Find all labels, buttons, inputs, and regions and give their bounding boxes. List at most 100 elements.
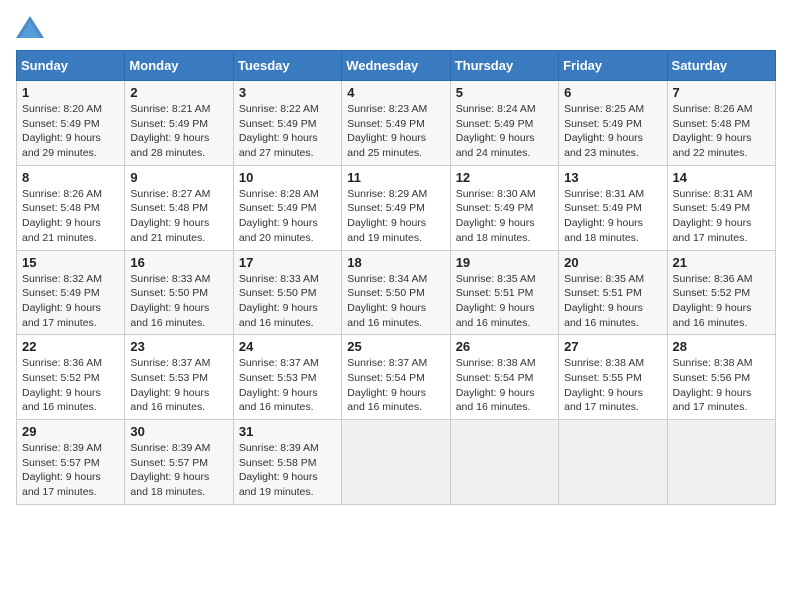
day-of-week-header: Monday <box>125 51 233 81</box>
day-number: 20 <box>564 255 661 270</box>
day-number: 4 <box>347 85 444 100</box>
calendar-cell: 30 Sunrise: 8:39 AMSunset: 5:57 PMDaylig… <box>125 420 233 505</box>
calendar-cell: 31 Sunrise: 8:39 AMSunset: 5:58 PMDaylig… <box>233 420 341 505</box>
day-info: Sunrise: 8:38 AMSunset: 5:54 PMDaylight:… <box>456 356 553 415</box>
day-number: 29 <box>22 424 119 439</box>
calendar-cell <box>667 420 775 505</box>
day-info: Sunrise: 8:30 AMSunset: 5:49 PMDaylight:… <box>456 187 553 246</box>
calendar-cell <box>450 420 558 505</box>
day-info: Sunrise: 8:32 AMSunset: 5:49 PMDaylight:… <box>22 272 119 331</box>
calendar-week-row: 15 Sunrise: 8:32 AMSunset: 5:49 PMDaylig… <box>17 250 776 335</box>
calendar-cell: 15 Sunrise: 8:32 AMSunset: 5:49 PMDaylig… <box>17 250 125 335</box>
day-info: Sunrise: 8:21 AMSunset: 5:49 PMDaylight:… <box>130 102 227 161</box>
day-number: 26 <box>456 339 553 354</box>
calendar-cell: 22 Sunrise: 8:36 AMSunset: 5:52 PMDaylig… <box>17 335 125 420</box>
day-info: Sunrise: 8:37 AMSunset: 5:53 PMDaylight:… <box>239 356 336 415</box>
day-number: 31 <box>239 424 336 439</box>
day-of-week-header: Thursday <box>450 51 558 81</box>
calendar-week-row: 29 Sunrise: 8:39 AMSunset: 5:57 PMDaylig… <box>17 420 776 505</box>
day-number: 3 <box>239 85 336 100</box>
day-info: Sunrise: 8:26 AMSunset: 5:48 PMDaylight:… <box>22 187 119 246</box>
day-info: Sunrise: 8:33 AMSunset: 5:50 PMDaylight:… <box>239 272 336 331</box>
day-info: Sunrise: 8:37 AMSunset: 5:54 PMDaylight:… <box>347 356 444 415</box>
calendar-cell: 6 Sunrise: 8:25 AMSunset: 5:49 PMDayligh… <box>559 81 667 166</box>
calendar-cell: 17 Sunrise: 8:33 AMSunset: 5:50 PMDaylig… <box>233 250 341 335</box>
day-info: Sunrise: 8:38 AMSunset: 5:56 PMDaylight:… <box>673 356 770 415</box>
day-number: 15 <box>22 255 119 270</box>
day-info: Sunrise: 8:25 AMSunset: 5:49 PMDaylight:… <box>564 102 661 161</box>
calendar-cell: 27 Sunrise: 8:38 AMSunset: 5:55 PMDaylig… <box>559 335 667 420</box>
calendar-cell <box>559 420 667 505</box>
day-info: Sunrise: 8:33 AMSunset: 5:50 PMDaylight:… <box>130 272 227 331</box>
day-info: Sunrise: 8:38 AMSunset: 5:55 PMDaylight:… <box>564 356 661 415</box>
logo-icon <box>16 16 44 38</box>
day-number: 25 <box>347 339 444 354</box>
day-info: Sunrise: 8:26 AMSunset: 5:48 PMDaylight:… <box>673 102 770 161</box>
calendar-cell: 4 Sunrise: 8:23 AMSunset: 5:49 PMDayligh… <box>342 81 450 166</box>
day-number: 18 <box>347 255 444 270</box>
calendar-week-row: 8 Sunrise: 8:26 AMSunset: 5:48 PMDayligh… <box>17 165 776 250</box>
day-number: 28 <box>673 339 770 354</box>
logo <box>16 16 48 38</box>
day-number: 9 <box>130 170 227 185</box>
day-number: 6 <box>564 85 661 100</box>
calendar-week-row: 22 Sunrise: 8:36 AMSunset: 5:52 PMDaylig… <box>17 335 776 420</box>
day-number: 11 <box>347 170 444 185</box>
calendar-cell: 28 Sunrise: 8:38 AMSunset: 5:56 PMDaylig… <box>667 335 775 420</box>
calendar-cell: 2 Sunrise: 8:21 AMSunset: 5:49 PMDayligh… <box>125 81 233 166</box>
calendar-cell: 18 Sunrise: 8:34 AMSunset: 5:50 PMDaylig… <box>342 250 450 335</box>
day-info: Sunrise: 8:20 AMSunset: 5:49 PMDaylight:… <box>22 102 119 161</box>
day-number: 21 <box>673 255 770 270</box>
day-number: 22 <box>22 339 119 354</box>
day-number: 23 <box>130 339 227 354</box>
day-of-week-header: Wednesday <box>342 51 450 81</box>
day-info: Sunrise: 8:36 AMSunset: 5:52 PMDaylight:… <box>673 272 770 331</box>
day-of-week-header: Sunday <box>17 51 125 81</box>
calendar-cell: 10 Sunrise: 8:28 AMSunset: 5:49 PMDaylig… <box>233 165 341 250</box>
calendar-cell: 13 Sunrise: 8:31 AMSunset: 5:49 PMDaylig… <box>559 165 667 250</box>
day-info: Sunrise: 8:37 AMSunset: 5:53 PMDaylight:… <box>130 356 227 415</box>
day-of-week-header: Tuesday <box>233 51 341 81</box>
day-info: Sunrise: 8:39 AMSunset: 5:57 PMDaylight:… <box>22 441 119 500</box>
calendar-cell: 16 Sunrise: 8:33 AMSunset: 5:50 PMDaylig… <box>125 250 233 335</box>
calendar-cell: 23 Sunrise: 8:37 AMSunset: 5:53 PMDaylig… <box>125 335 233 420</box>
day-info: Sunrise: 8:34 AMSunset: 5:50 PMDaylight:… <box>347 272 444 331</box>
day-info: Sunrise: 8:29 AMSunset: 5:49 PMDaylight:… <box>347 187 444 246</box>
calendar-body: 1 Sunrise: 8:20 AMSunset: 5:49 PMDayligh… <box>17 81 776 505</box>
day-info: Sunrise: 8:39 AMSunset: 5:58 PMDaylight:… <box>239 441 336 500</box>
day-info: Sunrise: 8:23 AMSunset: 5:49 PMDaylight:… <box>347 102 444 161</box>
day-number: 13 <box>564 170 661 185</box>
day-number: 10 <box>239 170 336 185</box>
calendar-cell: 26 Sunrise: 8:38 AMSunset: 5:54 PMDaylig… <box>450 335 558 420</box>
day-number: 7 <box>673 85 770 100</box>
calendar-cell: 9 Sunrise: 8:27 AMSunset: 5:48 PMDayligh… <box>125 165 233 250</box>
page-header <box>16 16 776 38</box>
day-number: 5 <box>456 85 553 100</box>
day-number: 16 <box>130 255 227 270</box>
calendar-header-row: SundayMondayTuesdayWednesdayThursdayFrid… <box>17 51 776 81</box>
calendar-week-row: 1 Sunrise: 8:20 AMSunset: 5:49 PMDayligh… <box>17 81 776 166</box>
day-number: 30 <box>130 424 227 439</box>
day-info: Sunrise: 8:35 AMSunset: 5:51 PMDaylight:… <box>456 272 553 331</box>
day-number: 2 <box>130 85 227 100</box>
day-info: Sunrise: 8:28 AMSunset: 5:49 PMDaylight:… <box>239 187 336 246</box>
calendar-cell: 29 Sunrise: 8:39 AMSunset: 5:57 PMDaylig… <box>17 420 125 505</box>
calendar-cell: 8 Sunrise: 8:26 AMSunset: 5:48 PMDayligh… <box>17 165 125 250</box>
calendar-cell: 25 Sunrise: 8:37 AMSunset: 5:54 PMDaylig… <box>342 335 450 420</box>
day-number: 24 <box>239 339 336 354</box>
day-info: Sunrise: 8:22 AMSunset: 5:49 PMDaylight:… <box>239 102 336 161</box>
day-number: 19 <box>456 255 553 270</box>
day-info: Sunrise: 8:24 AMSunset: 5:49 PMDaylight:… <box>456 102 553 161</box>
day-of-week-header: Friday <box>559 51 667 81</box>
day-info: Sunrise: 8:31 AMSunset: 5:49 PMDaylight:… <box>564 187 661 246</box>
calendar-cell: 14 Sunrise: 8:31 AMSunset: 5:49 PMDaylig… <box>667 165 775 250</box>
calendar-cell <box>342 420 450 505</box>
day-number: 1 <box>22 85 119 100</box>
calendar-cell: 1 Sunrise: 8:20 AMSunset: 5:49 PMDayligh… <box>17 81 125 166</box>
day-number: 17 <box>239 255 336 270</box>
day-number: 8 <box>22 170 119 185</box>
calendar-table: SundayMondayTuesdayWednesdayThursdayFrid… <box>16 50 776 505</box>
day-info: Sunrise: 8:39 AMSunset: 5:57 PMDaylight:… <box>130 441 227 500</box>
day-info: Sunrise: 8:35 AMSunset: 5:51 PMDaylight:… <box>564 272 661 331</box>
calendar-cell: 11 Sunrise: 8:29 AMSunset: 5:49 PMDaylig… <box>342 165 450 250</box>
